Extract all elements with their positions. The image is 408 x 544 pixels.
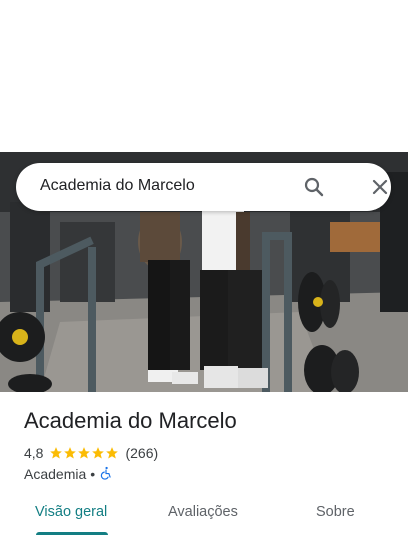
star-icon (78, 447, 91, 459)
rating-row[interactable]: 4,8 (266) (24, 444, 158, 462)
rating-value: 4,8 (24, 445, 44, 461)
category-row: Academia • (24, 465, 113, 483)
close-icon[interactable] (368, 175, 392, 199)
place-title: Academia do Marcelo (24, 408, 237, 433)
star-rating (49, 446, 119, 460)
tab-overview[interactable]: Visão geral (35, 504, 107, 520)
star-icon (64, 447, 77, 459)
tab-reviews[interactable]: Avaliações (168, 504, 238, 520)
review-count[interactable]: (266) (125, 445, 158, 461)
map-blank-area (0, 0, 408, 152)
search-input[interactable]: Academia do Marcelo (40, 177, 195, 195)
wheelchair-icon (99, 466, 113, 483)
search-bar[interactable]: Academia do Marcelo (16, 163, 391, 211)
search-icon[interactable] (302, 175, 326, 199)
separator-dot: • (90, 466, 96, 482)
place-tabs: Visão geral Avaliações Sobre (0, 492, 408, 538)
place-page: Academia do Marcelo Academia do Marcelo … (0, 0, 408, 544)
place-category: Academia (24, 466, 87, 482)
star-icon (50, 447, 63, 459)
active-tab-indicator (36, 532, 108, 535)
star-icon (92, 447, 105, 459)
star-icon (106, 447, 119, 459)
tab-about[interactable]: Sobre (316, 504, 355, 520)
